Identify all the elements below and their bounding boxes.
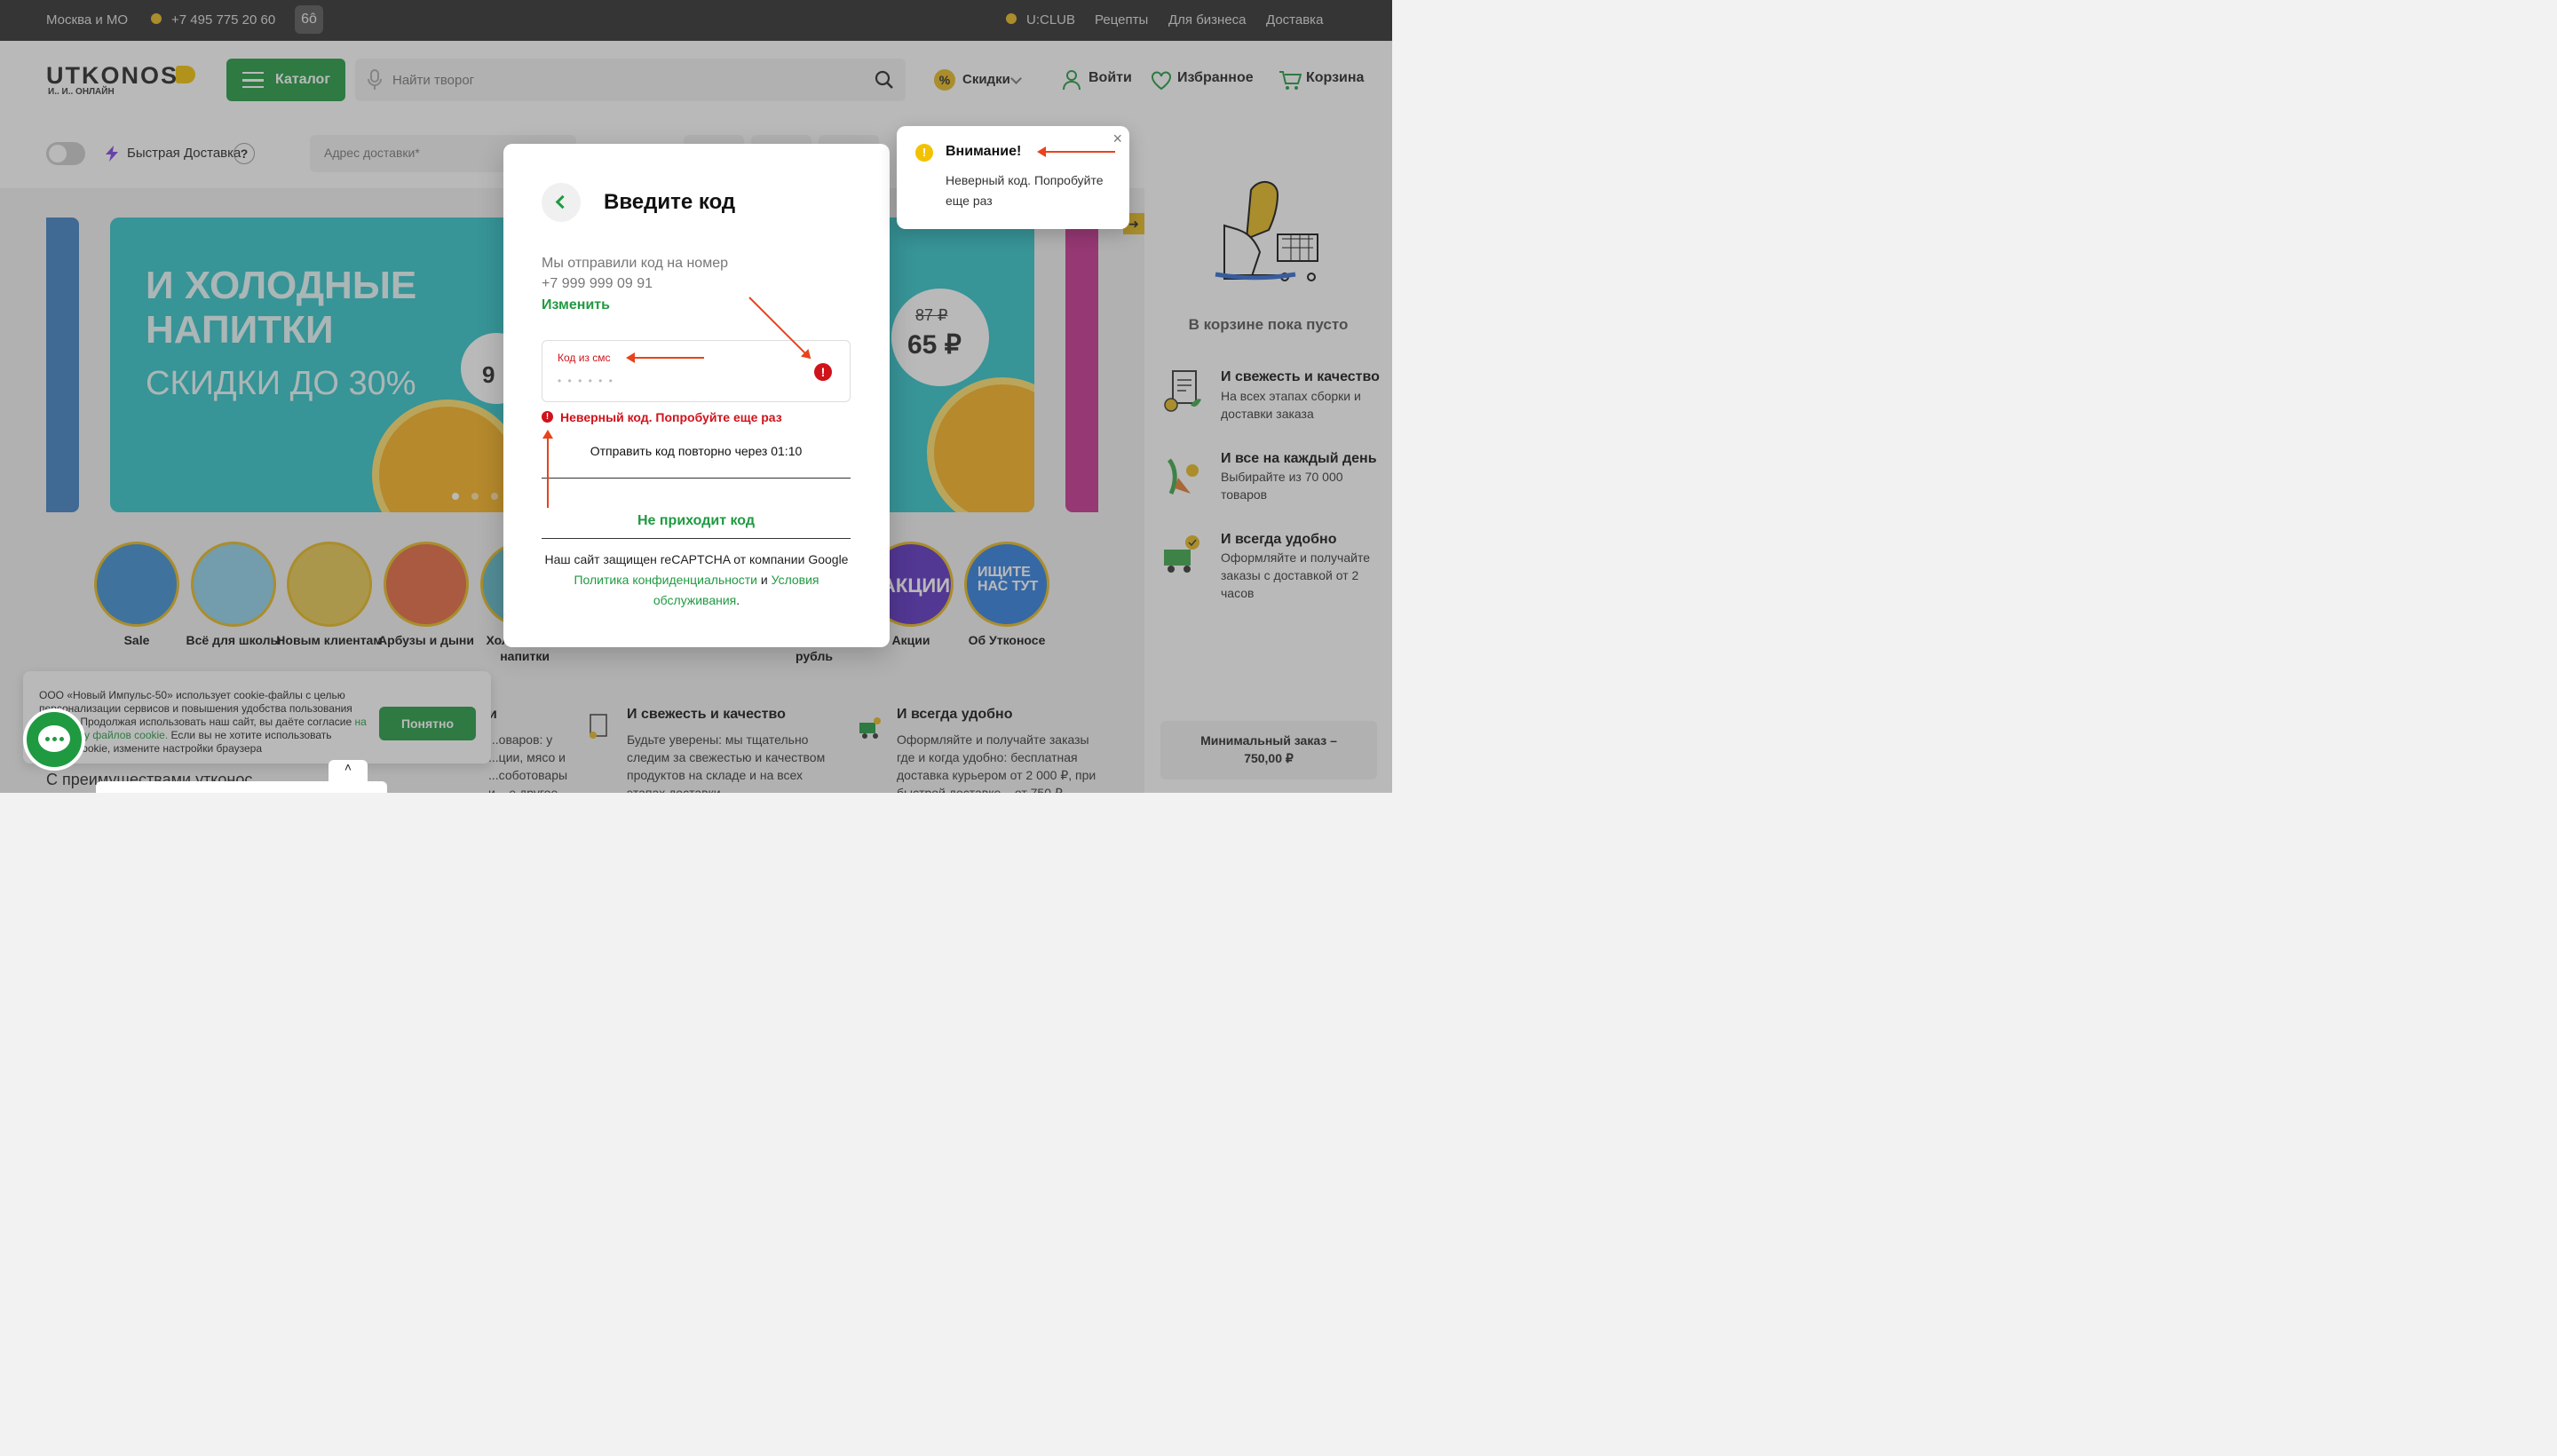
error-icon: ! xyxy=(542,411,553,423)
sms-code-input[interactable]: Код из смс • • • • • • ! xyxy=(542,340,851,402)
warning-toast: × ! Внимание! Неверный код. Попробуйте е… xyxy=(897,126,1129,229)
recaptcha-text: Наш сайт защищен reCAPTCHA от компании G… xyxy=(544,552,849,566)
conjunction: и xyxy=(760,573,768,587)
close-icon[interactable]: × xyxy=(1112,130,1122,148)
divider xyxy=(542,538,851,539)
sent-text: Мы отправили код на номер xyxy=(542,256,728,271)
error-message: Неверный код. Попробуйте еще раз xyxy=(560,410,782,424)
phone-number: +7 999 999 09 91 xyxy=(542,276,653,291)
warning-icon: ! xyxy=(915,144,933,162)
annotation-arrow xyxy=(628,357,704,359)
period: . xyxy=(736,593,740,607)
privacy-policy-link[interactable]: Политика конфиденциальности xyxy=(574,573,757,587)
chevron-left-icon xyxy=(555,194,570,210)
annotation-arrow xyxy=(1039,151,1115,153)
divider xyxy=(542,478,851,479)
chat-button[interactable] xyxy=(23,708,85,771)
toast-message: Неверный код. Попробуйте еще раз xyxy=(946,173,1104,208)
chevron-up-icon[interactable]: ˄ xyxy=(329,760,368,783)
code-input-label: Код из смс xyxy=(558,352,611,364)
no-code-link[interactable]: Не приходит код xyxy=(542,513,851,529)
annotation-arrow xyxy=(547,431,549,508)
toast-title: Внимание! xyxy=(946,144,1022,159)
error-icon: ! xyxy=(814,363,832,381)
code-input-mask: • • • • • • xyxy=(558,375,614,387)
change-number-link[interactable]: Изменить xyxy=(542,297,610,313)
back-button[interactable] xyxy=(542,183,581,222)
resend-timer: Отправить код повторно через 01:10 xyxy=(590,444,803,458)
recaptcha-notice: Наш сайт защищен reCAPTCHA от компании G… xyxy=(534,550,859,611)
code-modal: Введите код Мы отправили код на номер +7… xyxy=(503,144,890,647)
modal-title: Введите код xyxy=(604,190,736,214)
